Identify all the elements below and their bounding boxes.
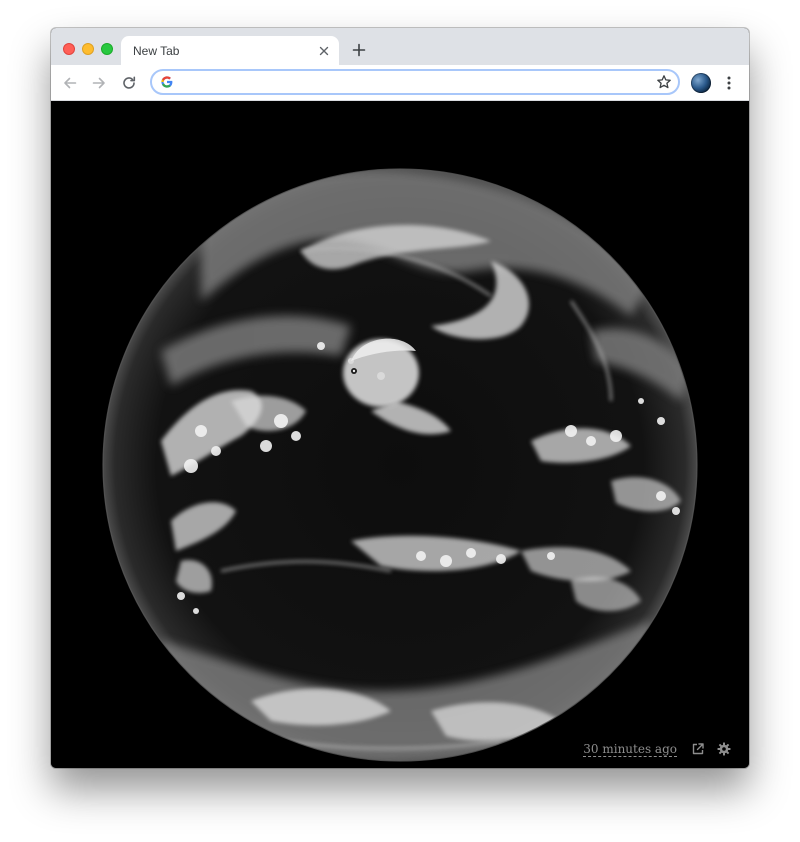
earth-image	[102, 168, 698, 762]
bookmark-star-icon[interactable]	[656, 74, 672, 90]
extension-earth-icon[interactable]	[691, 73, 711, 93]
forward-icon[interactable]	[91, 75, 107, 91]
close-tab-icon[interactable]	[317, 44, 331, 58]
browser-window: New Tab 30 minutes ago	[51, 28, 749, 768]
external-link-icon[interactable]	[691, 742, 705, 756]
image-footer: 30 minutes ago	[583, 740, 731, 758]
page-content: 30 minutes ago	[51, 101, 749, 768]
reload-icon[interactable]	[121, 75, 137, 91]
google-icon	[160, 75, 174, 89]
settings-gear-icon[interactable]	[717, 742, 731, 756]
tab-strip: New Tab	[51, 28, 749, 65]
menu-icon[interactable]	[721, 74, 737, 92]
tab-title: New Tab	[133, 44, 180, 58]
timestamp-link[interactable]: 30 minutes ago	[583, 742, 677, 757]
new-tab-icon[interactable]	[351, 42, 367, 58]
omnibox[interactable]	[150, 69, 680, 95]
minimize-window-icon[interactable]	[82, 43, 94, 55]
close-window-icon[interactable]	[63, 43, 75, 55]
tab-new-tab[interactable]: New Tab	[121, 36, 339, 65]
maximize-window-icon[interactable]	[101, 43, 113, 55]
address-input[interactable]	[180, 71, 650, 93]
toolbar	[51, 65, 749, 101]
back-icon[interactable]	[62, 75, 78, 91]
